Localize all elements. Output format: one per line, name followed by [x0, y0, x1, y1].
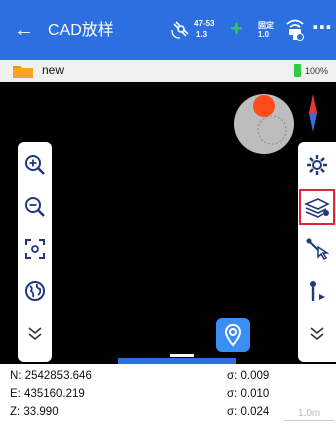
zoom-in-button[interactable]: [18, 146, 52, 184]
sigma-east: σ: 0.010: [227, 388, 270, 400]
satellite-icon: [171, 21, 189, 39]
more-icon[interactable]: ⋯: [312, 15, 333, 40]
settings-button[interactable]: [298, 146, 336, 184]
compass-needle-icon[interactable]: [306, 92, 320, 134]
scale-label: 1.0m: [298, 408, 321, 419]
fit-extent-icon: [25, 239, 45, 259]
drag-handle[interactable]: [170, 354, 194, 357]
chevron-down-icon: [310, 327, 324, 341]
back-arrow-icon[interactable]: ←: [14, 17, 34, 43]
zoom-in-icon: [25, 155, 45, 175]
stake-point-button[interactable]: [298, 272, 336, 310]
expand-left-toolbar-button[interactable]: [18, 314, 52, 352]
elevation: Z: 33.990: [10, 406, 59, 418]
project-bar: new 100%: [0, 60, 336, 82]
folder-icon: [13, 66, 33, 78]
project-name: new: [42, 63, 65, 77]
left-toolbar: [18, 142, 52, 362]
layers-button[interactable]: [298, 188, 336, 226]
stake-point-icon: [310, 281, 325, 301]
position-indicator: [228, 86, 300, 158]
basemap-button[interactable]: [18, 272, 52, 310]
fit-extent-button[interactable]: [18, 230, 52, 268]
gear-icon: [307, 155, 327, 175]
chevron-down-icon: [28, 327, 42, 341]
battery-level: 100%: [305, 66, 329, 76]
select-line-button[interactable]: [298, 230, 336, 268]
map-canvas[interactable]: [0, 82, 336, 364]
radio-link-icon[interactable]: [284, 18, 306, 42]
locate-button[interactable]: [216, 318, 250, 352]
coordinates-panel: N: 2542853.646 E: 435160.219 Z: 33.990 σ…: [0, 364, 336, 426]
satellite-status[interactable]: 47-53 1.3: [170, 16, 224, 44]
zoom-out-button[interactable]: [18, 188, 52, 226]
title-bar: ← CAD放样 47-53 1.3 + 固定 1.0 ⋯: [0, 0, 336, 60]
fix-age: 1.0: [258, 30, 270, 39]
scale-line: [284, 420, 334, 421]
select-line-icon: [306, 238, 329, 260]
expand-right-toolbar-button[interactable]: [298, 314, 336, 352]
fix-status[interactable]: + 固定 1.0: [230, 16, 282, 44]
battery-icon: [294, 64, 301, 77]
layers-icon: [304, 198, 330, 218]
zoom-out-icon: [25, 197, 45, 217]
location-pin-icon: [224, 323, 242, 347]
northing: N: 2542853.646: [10, 370, 92, 382]
fix-crosshair-icon: +: [230, 16, 243, 41]
easting: E: 435160.219: [10, 388, 85, 400]
right-toolbar: [298, 142, 336, 362]
sigma-north: σ: 0.009: [227, 370, 270, 382]
page-title: CAD放样: [48, 22, 114, 39]
globe-icon: [25, 281, 45, 301]
satellite-count: 47-53: [194, 19, 215, 28]
pdop-value: 1.3: [196, 30, 208, 39]
sigma-elevation: σ: 0.024: [227, 406, 270, 418]
